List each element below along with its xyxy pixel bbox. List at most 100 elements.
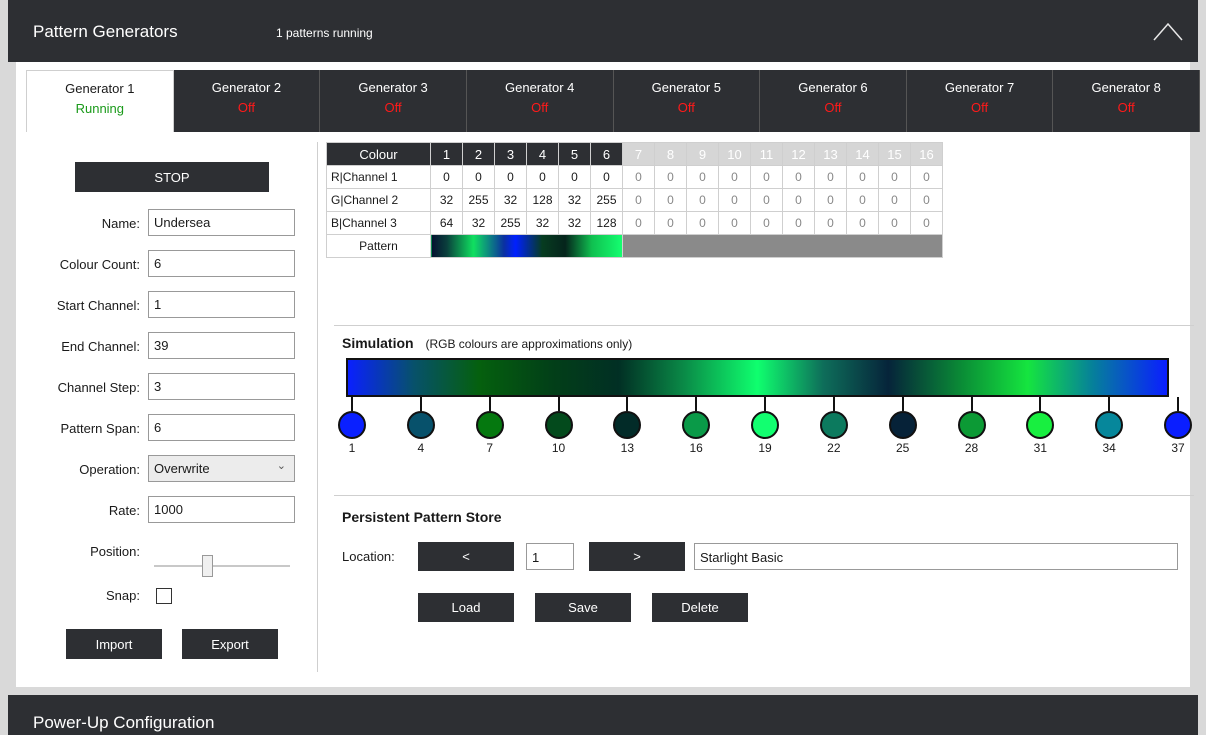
channel-value-cell[interactable]: 0 (910, 188, 943, 212)
channel-value-cell[interactable]: 0 (910, 165, 943, 189)
channel-value-cell[interactable]: 0 (814, 165, 847, 189)
channel-value-cell[interactable]: 0 (526, 165, 559, 189)
channel-colour-dot (338, 411, 366, 439)
channel-value-cell[interactable]: 0 (782, 165, 815, 189)
name-label: Name: (101, 216, 140, 231)
next-location-button[interactable]: > (589, 542, 685, 571)
tab-generator-5[interactable]: Generator 5 Off (613, 70, 761, 132)
channel-value-cell[interactable]: 0 (718, 165, 751, 189)
channel-value-cell[interactable]: 0 (718, 188, 751, 212)
rate-field[interactable]: 1000 (148, 496, 295, 523)
channel-value-cell[interactable]: 0 (846, 211, 879, 235)
channel-value-cell[interactable]: 0 (494, 165, 527, 189)
import-button[interactable]: Import (66, 629, 162, 659)
table-row: G|Channel 2 32 255 32 128 32 255 0 0 0 0 0 0 0 0 0 0 (326, 188, 943, 212)
colour-count-field[interactable]: 6 (148, 250, 295, 277)
channel-value-cell[interactable]: 0 (846, 165, 879, 189)
tab-generator-4[interactable]: Generator 4 Off (466, 70, 614, 132)
channel-value-cell[interactable]: 0 (558, 165, 591, 189)
location-field[interactable]: 1 (526, 543, 574, 570)
channel-value-cell[interactable]: 0 (686, 188, 719, 212)
start-channel-field[interactable]: 1 (148, 291, 295, 318)
tab-state: Off (971, 100, 989, 115)
channel-value-cell[interactable]: 0 (814, 188, 847, 212)
channel-value-cell[interactable]: 0 (878, 165, 911, 189)
channel-value-cell[interactable]: 255 (462, 188, 495, 212)
channel-value-cell[interactable]: 0 (590, 165, 623, 189)
channel-value-cell[interactable]: 32 (430, 188, 463, 212)
operation-select[interactable]: Overwrite ⌄ (148, 455, 295, 482)
slider-thumb[interactable] (202, 555, 213, 577)
channel-colour-dot (888, 411, 917, 439)
snap-checkbox[interactable] (156, 588, 172, 604)
simulation-gradient-bar (346, 358, 1169, 397)
marker-stem (1039, 397, 1042, 411)
channel-value-cell[interactable]: 128 (590, 211, 623, 235)
marker-stem (764, 397, 766, 411)
delete-button[interactable]: Delete (652, 593, 748, 622)
position-slider[interactable] (154, 555, 290, 577)
collapse-chevron-up-icon[interactable] (1152, 18, 1184, 46)
tab-generator-8[interactable]: Generator 8 Off (1053, 70, 1200, 132)
tab-generator-3[interactable]: Generator 3 Off (320, 70, 467, 132)
channel-value-cell[interactable]: 64 (430, 211, 463, 235)
tab-generator-7[interactable]: Generator 7 Off (906, 70, 1054, 132)
generator-tabs: Generator 1 Running Generator 2 Off Generato… (26, 70, 1200, 132)
store-title: Persistent Pattern Store (342, 509, 502, 525)
channel-value-cell[interactable]: 32 (526, 211, 559, 235)
marker-stem (419, 397, 422, 411)
channel-value-cell[interactable]: 255 (494, 211, 527, 235)
channel-step-label: Channel Step: (57, 380, 140, 395)
export-button[interactable]: Export (182, 629, 278, 659)
name-field[interactable]: Undersea (148, 209, 295, 236)
channel-value-cell[interactable]: 0 (910, 211, 943, 235)
channel-number: 10 (551, 441, 566, 455)
pattern-span-field[interactable]: 6 (148, 414, 295, 441)
position-label: Position: (90, 544, 140, 559)
channel-value-cell[interactable]: 128 (526, 188, 559, 212)
prev-location-button[interactable]: < (418, 542, 514, 571)
tab-generator-2[interactable]: Generator 2 Off (173, 70, 321, 132)
channel-value-cell[interactable]: 0 (686, 211, 719, 235)
colour-column-header: 1 (430, 142, 463, 166)
channel-value-cell[interactable]: 0 (654, 165, 687, 189)
channel-value-cell[interactable]: 0 (878, 211, 911, 235)
channel-value-cell[interactable]: 0 (462, 165, 495, 189)
channel-value-cell[interactable]: 0 (750, 165, 783, 189)
channel-value-cell[interactable]: 0 (782, 211, 815, 235)
channel-value-cell[interactable]: 0 (622, 188, 655, 212)
channel-number: 7 (486, 441, 493, 455)
channel-colour-dot (544, 411, 573, 439)
divider (334, 325, 1194, 326)
power-up-configuration-header[interactable]: Power-Up Configuration (8, 695, 1198, 735)
tab-state: Off (677, 100, 695, 115)
channel-value-cell[interactable]: 0 (654, 188, 687, 212)
channel-value-cell[interactable]: 0 (750, 211, 783, 235)
tab-generator-1[interactable]: Generator 1 Running (26, 70, 174, 132)
channel-value-cell[interactable]: 32 (462, 211, 495, 235)
channel-value-cell[interactable]: 0 (686, 165, 719, 189)
save-button[interactable]: Save (535, 593, 631, 622)
end-channel-field[interactable]: 39 (148, 332, 295, 359)
channel-value-cell[interactable]: 0 (782, 188, 815, 212)
pattern-name-field[interactable]: Starlight Basic (694, 543, 1178, 570)
tab-generator-6[interactable]: Generator 6 Off (760, 70, 907, 132)
rate-label: Rate: (108, 503, 140, 518)
channel-value-cell[interactable]: 0 (622, 165, 655, 189)
load-button[interactable]: Load (418, 593, 514, 622)
channel-value-cell[interactable]: 0 (750, 188, 783, 212)
channel-value-cell[interactable]: 255 (590, 188, 623, 212)
channel-value-cell[interactable]: 0 (718, 211, 751, 235)
channel-value-cell[interactable]: 32 (558, 188, 591, 212)
channel-number: 1 (348, 441, 356, 455)
channel-value-cell[interactable]: 0 (654, 211, 687, 235)
channel-value-cell[interactable]: 0 (622, 211, 655, 235)
channel-value-cell[interactable]: 0 (430, 165, 463, 189)
channel-value-cell[interactable]: 0 (814, 211, 847, 235)
channel-value-cell[interactable]: 0 (846, 188, 879, 212)
channel-step-field[interactable]: 3 (148, 373, 295, 400)
channel-value-cell[interactable]: 0 (878, 188, 911, 212)
channel-value-cell[interactable]: 32 (494, 188, 527, 212)
channel-value-cell[interactable]: 32 (558, 211, 591, 235)
stop-button[interactable]: STOP (75, 162, 269, 192)
